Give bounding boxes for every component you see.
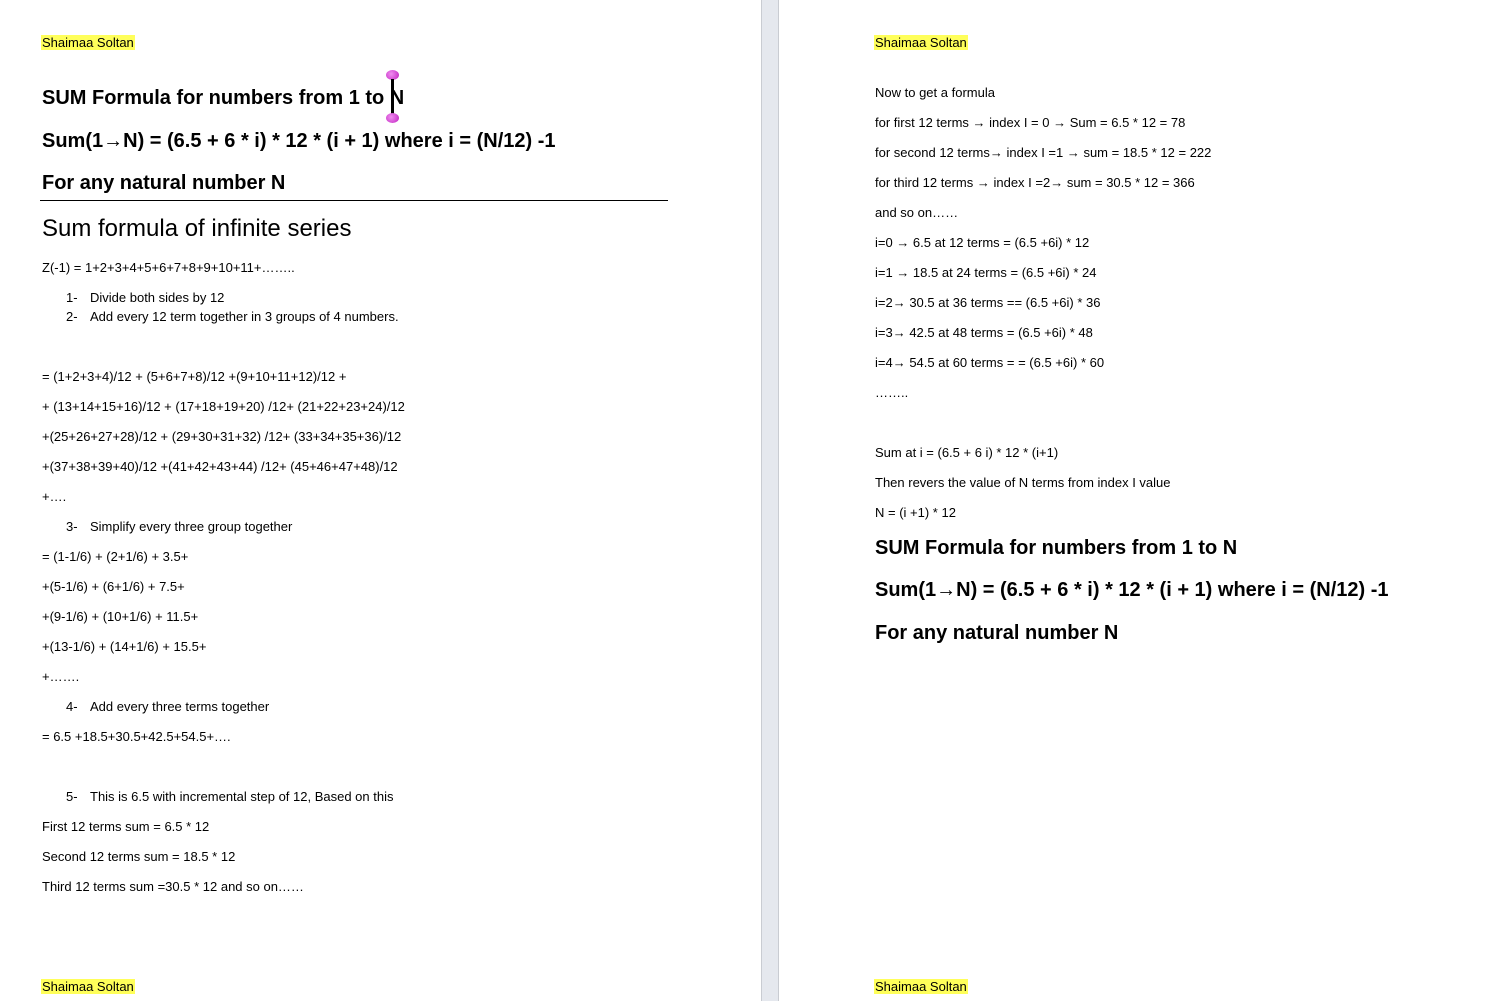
- simplified-line: +(13-1/6) + (14+1/6) + 15.5+: [42, 639, 207, 654]
- step-3: 3- Simplify every three group together: [66, 519, 292, 535]
- text-line: for second 12 terms→ index I =1 → sum = …: [875, 145, 1212, 160]
- step-1: 1- Divide both sides by 12: [66, 290, 224, 306]
- text-line: i=3→ 42.5 at 48 terms = (6.5 +6i) * 48: [875, 325, 1093, 340]
- text-line: N = (i +1) * 12: [875, 505, 956, 520]
- natural-number-line: For any natural number N: [42, 172, 286, 194]
- text-line: Now to get a formula: [875, 85, 995, 100]
- text-line: i=4→ 54.5 at 60 terms = = (6.5 +6i) * 60: [875, 355, 1105, 370]
- text-line: for first 12 terms → index I = 0 → Sum =…: [875, 115, 1186, 130]
- selection-handle-bottom-icon[interactable]: [386, 113, 399, 123]
- author-name: Shaimaa Soltan: [874, 979, 968, 994]
- heading-sum-formula: SUM Formula for numbers from 1 to N: [875, 537, 1238, 559]
- text-cursor-handle[interactable]: [384, 70, 402, 126]
- text-line: i=2→ 30.5 at 36 terms == (6.5 +6i) * 36: [875, 295, 1101, 310]
- step-4: 4- Add every three terms together: [66, 699, 269, 715]
- step-text: Simplify every three group together: [90, 519, 293, 534]
- text-line: Then revers the value of N terms from in…: [875, 475, 1171, 490]
- text-line: i=0 → 6.5 at 12 terms = (6.5 +6i) * 12: [875, 235, 1090, 250]
- step-2: 2- Add every 12 term together in 3 groups…: [66, 309, 399, 325]
- step-number: 1-: [66, 290, 78, 305]
- author-name: Shaimaa Soltan: [874, 35, 968, 50]
- step-text: Add every three terms together: [90, 699, 270, 714]
- author-name: Shaimaa Soltan: [41, 979, 135, 994]
- page-header: Shaimaa Soltan: [41, 35, 135, 51]
- step-text: This is 6.5 with incremental step of 12,…: [90, 789, 394, 804]
- formula-line: Sum(1→N) = (6.5 + 6 * i) * 12 * (i + 1) …: [875, 579, 1389, 601]
- page-footer: Shaimaa Soltan: [874, 979, 968, 995]
- step-number: 3-: [66, 519, 78, 534]
- simplified-line: +…….: [42, 669, 80, 684]
- page-separator: [761, 0, 779, 1001]
- text-line: i=1 → 18.5 at 24 terms = (6.5 +6i) * 24: [875, 265, 1097, 280]
- horizontal-rule: [40, 200, 668, 201]
- group-line: +(25+26+27+28)/12 + (29+30+31+32) /12+ (…: [42, 429, 402, 444]
- text-line: and so on……: [875, 205, 959, 220]
- document-page-left[interactable]: Shaimaa Soltan SUM Formula for numbers f…: [0, 0, 761, 1001]
- step-number: 4-: [66, 699, 78, 714]
- text-line: for third 12 terms → index I =2→ sum = 3…: [875, 175, 1195, 190]
- step-text: Add every 12 term together in 3 groups o…: [90, 309, 399, 324]
- formula-line: Sum(1→N) = (6.5 + 6 * i) * 12 * (i + 1) …: [42, 130, 556, 152]
- terms-line: Third 12 terms sum =30.5 * 12 and so on……: [42, 879, 304, 894]
- text-cursor-icon: [391, 79, 394, 115]
- author-name: Shaimaa Soltan: [41, 35, 135, 50]
- step-5: 5- This is 6.5 with incremental step of 1…: [66, 789, 394, 805]
- group-line: = (1+2+3+4)/12 + (5+6+7+8)/12 +(9+10+11+…: [42, 369, 347, 384]
- z-series-line: Z(-1) = 1+2+3+4+5+6+7+8+9+10+11+……..: [42, 260, 295, 275]
- terms-line: First 12 terms sum = 6.5 * 12: [42, 819, 210, 834]
- text-line: Sum at i = (6.5 + 6 i) * 12 * (i+1): [875, 445, 1059, 460]
- step-text: Divide both sides by 12: [90, 290, 225, 305]
- added-line: = 6.5 +18.5+30.5+42.5+54.5+….: [42, 729, 231, 744]
- step-number: 2-: [66, 309, 78, 324]
- page-header: Shaimaa Soltan: [874, 35, 968, 51]
- step-number: 5-: [66, 789, 78, 804]
- text-line: ……..: [875, 385, 909, 400]
- group-line: + (13+14+15+16)/12 + (17+18+19+20) /12+ …: [42, 399, 405, 414]
- document-page-right[interactable]: Shaimaa Soltan Now to get a formula for …: [779, 0, 1485, 1001]
- group-line: +….: [42, 489, 67, 504]
- natural-number-line: For any natural number N: [875, 622, 1119, 644]
- simplified-line: +(9-1/6) + (10+1/6) + 11.5+: [42, 609, 199, 624]
- terms-line: Second 12 terms sum = 18.5 * 12: [42, 849, 236, 864]
- simplified-line: +(5-1/6) + (6+1/6) + 7.5+: [42, 579, 185, 594]
- group-line: +(37+38+39+40)/12 +(41+42+43+44) /12+ (4…: [42, 459, 398, 474]
- section-heading: Sum formula of infinite series: [42, 215, 352, 242]
- simplified-line: = (1-1/6) + (2+1/6) + 3.5+: [42, 549, 189, 564]
- page-footer: Shaimaa Soltan: [41, 979, 135, 995]
- heading-sum-formula: SUM Formula for numbers from 1 to N: [42, 87, 405, 109]
